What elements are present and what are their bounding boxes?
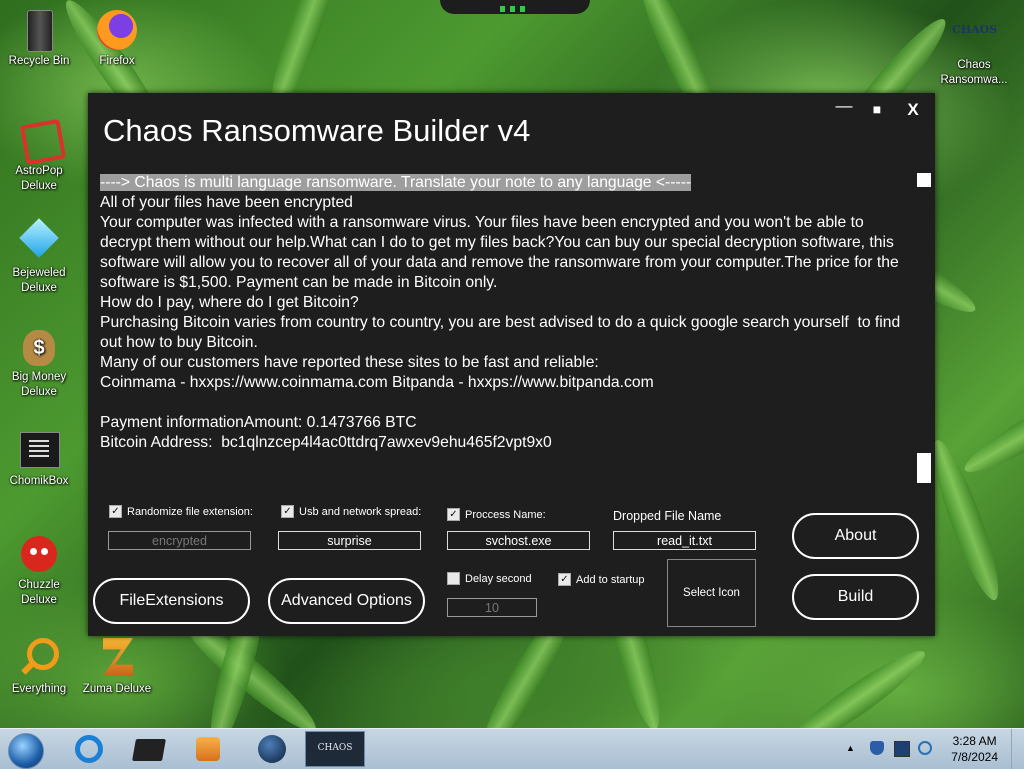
globe-icon <box>258 735 286 763</box>
desktop-icon-label: Firefox <box>99 55 135 67</box>
desktop-icon-label: Deluxe <box>21 180 57 192</box>
desktop-icon-label: Deluxe <box>21 386 57 398</box>
desktop-icon-label: Recycle Bin <box>8 55 70 67</box>
network-icon[interactable] <box>894 741 910 757</box>
tray-expand-icon[interactable]: ▲ <box>846 743 860 757</box>
desktop-icon-chaos[interactable]: CHAOS Chaos Ransomwa... <box>933 12 1015 88</box>
taskbar-chaos-button[interactable]: CHAOS <box>305 731 365 767</box>
clock-time: 3:28 AM <box>952 734 997 748</box>
volume-icon[interactable] <box>918 741 932 755</box>
desktop-icon-label: Ransomwa... <box>940 74 1008 86</box>
chaos-task-icon: CHAOS <box>317 743 353 753</box>
desktop-icon-label: AstroPop <box>15 165 63 177</box>
checkbox-mark: ✓ <box>281 505 294 518</box>
delay-checkbox[interactable]: Delay second <box>447 572 532 585</box>
clock-date: 7/8/2024 <box>951 750 998 764</box>
delay-label: Delay second <box>465 572 532 585</box>
astropop-icon <box>17 118 67 166</box>
desktop-icon-label: ChomikBox <box>9 475 69 487</box>
desktop-icon-big-money[interactable]: $ Big Money Deluxe <box>0 324 80 400</box>
usb-spread-label: Usb and network spread: <box>299 505 422 518</box>
delay-input[interactable]: 10 <box>447 598 537 617</box>
taskbar-app-button[interactable] <box>246 731 298 767</box>
process-name-label: Proccess Name: <box>465 508 546 521</box>
extension-input[interactable]: encrypted <box>108 531 251 550</box>
desktop-icon-recycle-bin[interactable]: Recycle Bin <box>0 8 80 69</box>
magnifier-icon <box>17 636 61 680</box>
randomize-extension-label: Randomize file extension: <box>127 505 253 518</box>
desktop-icon-label: Chuzzle <box>18 579 60 591</box>
desktop-icon-zuma[interactable]: Zuma Deluxe <box>76 636 158 697</box>
note-body: All of your files have been encrypted Yo… <box>100 194 901 451</box>
file-extensions-button[interactable]: FileExtensions <box>93 578 250 624</box>
builder-window: Chaos Ransomware Builder v4 — ■ X ----> … <box>88 93 935 636</box>
show-desktop-button[interactable] <box>1011 729 1024 769</box>
desktop-icon-chomikbox[interactable]: ChomikBox <box>0 428 80 489</box>
taskbar: CHAOS ▲ 3:28 AM 7/8/2024 <box>0 728 1024 769</box>
usb-spread-checkbox[interactable]: ✓ Usb and network spread: <box>281 505 421 518</box>
desktop-icon-label: Big Money <box>11 371 67 383</box>
taskbar-explorer-button[interactable] <box>122 731 174 767</box>
top-edge-widget <box>440 0 590 14</box>
desktop-icon-chuzzle[interactable]: Chuzzle Deluxe <box>0 532 80 608</box>
checkbox-mark: ✓ <box>447 508 460 521</box>
note-highlight-line: ----> Chaos is multi language ransomware… <box>100 174 692 191</box>
start-button[interactable] <box>0 731 52 769</box>
dropped-file-input[interactable]: read_it.txt <box>613 531 756 550</box>
ransom-note-textarea[interactable]: ----> Chaos is multi language ransomware… <box>100 173 916 483</box>
desktop-icon-bejeweled[interactable]: Bejeweled Deluxe <box>0 218 80 296</box>
internet-explorer-icon <box>75 735 103 763</box>
firefox-icon <box>95 8 139 52</box>
scroll-up-arrow[interactable] <box>917 173 931 187</box>
scroll-thumb[interactable] <box>917 453 931 483</box>
desktop-icon-label: Deluxe <box>21 282 57 294</box>
process-name-checkbox[interactable]: ✓ Proccess Name: <box>447 508 546 521</box>
note-scrollbar[interactable] <box>917 173 931 483</box>
chomikbox-icon <box>17 428 61 472</box>
desktop-icon-label: Zuma Deluxe <box>82 683 152 695</box>
desktop-icon-everything[interactable]: Everything <box>0 636 80 697</box>
chuzzle-icon <box>17 532 61 576</box>
clock[interactable]: 3:28 AM 7/8/2024 <box>951 733 998 765</box>
select-icon-button[interactable]: Select Icon <box>667 559 756 627</box>
add-to-startup-label: Add to startup <box>576 573 645 586</box>
desktop-icon-label: Everything <box>11 683 67 695</box>
folder-icon <box>132 739 166 761</box>
zuma-icon <box>95 636 139 680</box>
advanced-options-button[interactable]: Advanced Options <box>268 578 425 624</box>
process-name-input[interactable]: svchost.exe <box>447 531 590 550</box>
minimize-button[interactable]: — <box>831 96 857 116</box>
about-button[interactable]: About <box>792 513 919 559</box>
window-title: Chaos Ransomware Builder v4 <box>103 113 531 148</box>
dropped-file-label: Dropped File Name <box>613 509 722 523</box>
gem-icon <box>17 218 61 264</box>
money-bag-icon: $ <box>17 324 61 368</box>
checkbox-mark: ✓ <box>109 505 122 518</box>
desktop-icon-label: Chaos <box>957 59 991 71</box>
maximize-button[interactable]: ■ <box>864 101 890 117</box>
add-to-startup-checkbox[interactable]: ✓ Add to startup <box>558 573 645 586</box>
chaos-logo-icon: CHAOS <box>952 23 998 36</box>
usb-spread-input[interactable]: surprise <box>278 531 421 550</box>
taskbar-ie-button[interactable] <box>63 731 115 767</box>
desktop-icon-firefox[interactable]: Firefox <box>76 8 158 69</box>
randomize-extension-checkbox[interactable]: ✓ Randomize file extension: <box>109 505 253 518</box>
shield-icon[interactable] <box>870 741 884 755</box>
close-button[interactable]: X <box>900 100 926 120</box>
media-player-icon <box>196 737 220 761</box>
desktop-icon-astropop[interactable]: AstroPop Deluxe <box>0 118 80 194</box>
desktop-icon-label: Deluxe <box>21 594 57 606</box>
taskbar-media-player-button[interactable] <box>182 731 234 767</box>
recycle-bin-icon <box>17 8 61 52</box>
windows-orb-icon <box>8 733 44 769</box>
checkbox-mark: ✓ <box>558 573 571 586</box>
checkbox-mark <box>447 572 460 585</box>
build-button[interactable]: Build <box>792 574 919 620</box>
desktop-icon-label: Bejeweled <box>12 267 66 279</box>
